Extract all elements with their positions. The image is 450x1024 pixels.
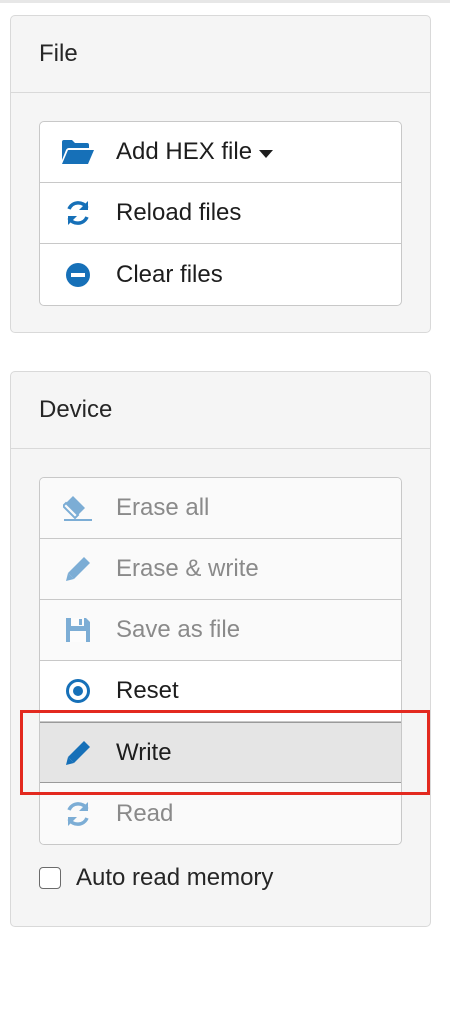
reload-files-label: Reload files <box>116 199 242 226</box>
record-icon <box>60 676 96 706</box>
folder-open-icon <box>60 137 96 167</box>
add-hex-file-button[interactable]: Add HEX file <box>40 122 401 183</box>
auto-read-memory-label: Auto read memory <box>76 864 274 891</box>
device-panel-title: Device <box>11 372 430 449</box>
minus-circle-icon <box>60 260 96 290</box>
add-hex-file-label: Add HEX file <box>116 138 253 165</box>
device-panel: Device Erase all Erase & write Save as f… <box>10 371 431 927</box>
floppy-disk-icon <box>60 615 96 645</box>
auto-read-memory-checkbox[interactable] <box>39 867 61 889</box>
read-button[interactable]: Read <box>40 783 401 844</box>
pencil-icon <box>60 554 96 584</box>
clear-files-button[interactable]: Clear files <box>40 244 401 305</box>
device-button-group: Erase all Erase & write Save as file Res… <box>39 477 402 845</box>
reset-button[interactable]: Reset <box>40 661 401 722</box>
clear-files-label: Clear files <box>116 260 223 288</box>
erase-all-label: Erase all <box>116 494 210 521</box>
save-as-file-label: Save as file <box>116 616 241 643</box>
erase-and-write-button[interactable]: Erase & write <box>40 539 401 600</box>
auto-read-memory-option[interactable]: Auto read memory <box>39 864 273 892</box>
write-label: Write <box>116 738 172 766</box>
eraser-icon <box>60 493 96 523</box>
erase-and-write-label: Erase & write <box>116 555 259 582</box>
reload-files-button[interactable]: Reload files <box>40 183 401 244</box>
top-divider <box>0 0 450 3</box>
file-button-group: Add HEX file Reload files Clear files <box>39 121 402 306</box>
write-button[interactable]: Write <box>40 722 401 783</box>
read-label: Read <box>116 799 174 827</box>
pencil-icon <box>60 738 96 768</box>
file-panel-title: File <box>11 16 430 93</box>
erase-all-button[interactable]: Erase all <box>40 478 401 539</box>
refresh-icon <box>60 799 96 829</box>
chevron-down-icon <box>259 149 274 158</box>
refresh-icon <box>60 198 96 228</box>
reset-label: Reset <box>116 677 179 704</box>
save-as-file-button[interactable]: Save as file <box>40 600 401 661</box>
file-panel: File Add HEX file Reload files Clear fil… <box>10 15 431 333</box>
